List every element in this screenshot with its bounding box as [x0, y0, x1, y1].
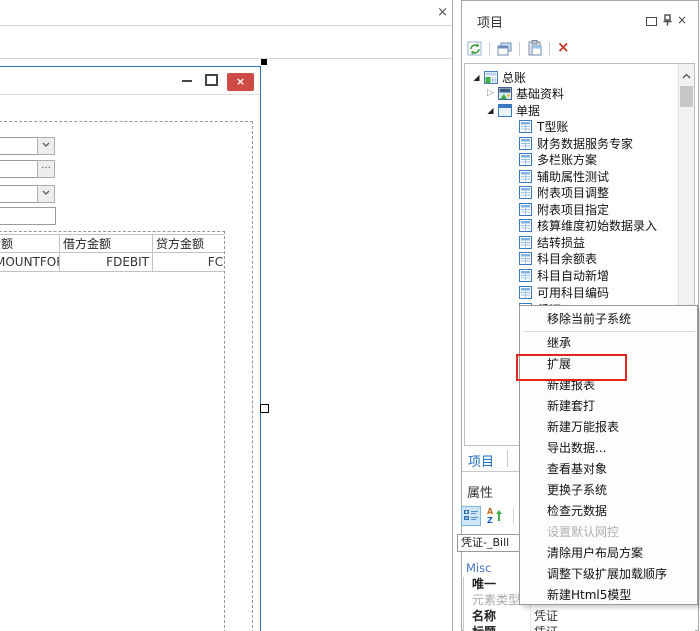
form-icon [519, 236, 533, 249]
properties-panel-title: 属性 [467, 482, 493, 501]
form-titlebar: × [0, 67, 260, 95]
selection-handle[interactable] [260, 404, 269, 413]
field-combo-2[interactable] [0, 185, 54, 203]
tree-item-form[interactable]: 结转损益 [465, 234, 695, 250]
tree-item-form[interactable]: T型账 [465, 118, 695, 134]
menu-item[interactable]: 调整下级扩展加载顺序 [520, 564, 697, 585]
scroll-up-icon[interactable] [682, 68, 691, 82]
menu-item-disabled: 设置默认网控 [520, 522, 697, 543]
menu-item[interactable]: 清除用户布局方案 [520, 543, 697, 564]
minimize-icon[interactable] [182, 80, 192, 82]
paste-board-button[interactable] [527, 40, 543, 60]
grid-field-cell[interactable]: FCRE [153, 253, 225, 272]
tree-item-form[interactable]: 核算维度初始数据录入 [465, 217, 695, 233]
menu-item[interactable]: 新建套打 [520, 396, 697, 417]
form-icon [519, 120, 533, 133]
menu-item[interactable]: 更换子系统 [520, 480, 697, 501]
tree-item-form[interactable]: 附表项目指定 [465, 201, 695, 217]
cascade-windows-button[interactable] [497, 41, 513, 60]
field-lookup[interactable]: … [0, 160, 54, 178]
tree-item-form[interactable]: 科目余额表 [465, 250, 695, 266]
app-root: × × … 金额 借方金额 [0, 0, 700, 631]
form-icon [519, 286, 533, 299]
tree-item-form[interactable]: 可用科目编码 [465, 284, 695, 300]
svg-text:A: A [487, 507, 494, 516]
tree-item-form[interactable]: 附表项目调整 [465, 184, 695, 200]
field-text[interactable] [0, 207, 56, 225]
maximize-icon[interactable] [205, 74, 218, 86]
designer-document: × × … 金额 借方金额 [0, 0, 453, 631]
form-icon [519, 186, 533, 199]
scrollbar-thumb[interactable] [680, 86, 693, 107]
tab-project[interactable]: 项目 [468, 451, 494, 470]
menu-item[interactable]: 查看基对象 [520, 459, 697, 480]
form-icon [519, 170, 533, 183]
expander-icon[interactable]: ◢ [471, 73, 482, 82]
menu-item[interactable]: 检查元数据 [520, 501, 697, 522]
menu-item[interactable]: 继承 [520, 333, 697, 354]
form-icon [519, 252, 533, 265]
svg-text:Z: Z [487, 516, 493, 524]
tabstrip-divider [0, 25, 452, 26]
tree-item-form[interactable]: 财务数据服务专家 [465, 135, 695, 151]
grid-header-cell[interactable]: 贷方金额 [153, 234, 225, 253]
expander-icon[interactable]: ▷ [485, 88, 496, 98]
selection-handle[interactable] [261, 59, 267, 65]
menu-separator [524, 331, 695, 332]
document-close-icon[interactable]: × [437, 6, 448, 20]
tree-item-basedata[interactable]: ▷ 基础资料 [465, 85, 695, 101]
menu-item[interactable]: 移除当前子系统 [520, 309, 697, 330]
grid-header-cell[interactable]: 借方金额 [60, 234, 153, 253]
close-button[interactable]: × [227, 73, 254, 91]
property-row[interactable]: 名称 凭证 [463, 609, 695, 626]
form-icon [519, 219, 533, 232]
ledger-icon [484, 71, 498, 84]
menu-item[interactable]: 新建万能报表 [520, 417, 697, 438]
form-grid-panel[interactable]: 金额 借方金额 贷方金额 MOUNTFOR FDEBIT FCRE [0, 231, 225, 631]
grid-field-cell[interactable]: FDEBIT [60, 253, 153, 272]
tree-item-form[interactable]: 科目自动新增 [465, 267, 695, 283]
tree-item-ledger[interactable]: ◢ 总账 [465, 69, 695, 85]
menu-item[interactable]: 导出数据... [520, 438, 697, 459]
tree-item-form[interactable]: 多栏账方案 [465, 151, 695, 167]
basedata-icon [498, 87, 512, 100]
form-icon [519, 269, 533, 282]
property-row[interactable]: 标题 凭证 [463, 625, 695, 631]
panel-close-icon[interactable]: × [677, 13, 687, 27]
expander-icon[interactable]: ◢ [485, 106, 496, 115]
delete-icon[interactable]: × [557, 38, 570, 56]
tree-item-form[interactable]: 辅助属性测试 [465, 168, 695, 184]
grid-header-cell[interactable]: 金额 [0, 234, 60, 253]
field-combo-1[interactable] [0, 137, 54, 155]
pin-icon[interactable] [662, 14, 673, 29]
ellipsis-button[interactable]: … [37, 160, 55, 178]
toolbar-divider [0, 58, 452, 59]
grid-field-cell[interactable]: MOUNTFOR [0, 253, 60, 272]
categorized-view-button[interactable] [461, 506, 481, 526]
form-icon [519, 153, 533, 166]
project-panel-title: 项目 [477, 12, 503, 31]
form-icon [519, 203, 533, 216]
alphabetical-sort-button[interactable]: AZ [486, 506, 506, 526]
red-highlight-annotation [516, 354, 627, 381]
dropdown-button[interactable] [37, 137, 55, 155]
menu-item[interactable]: 新建Html5模型 [520, 585, 697, 606]
refresh-button[interactable] [467, 41, 483, 60]
float-window-icon[interactable] [646, 17, 657, 26]
bill-icon [498, 104, 512, 117]
dropdown-button[interactable] [37, 185, 55, 203]
category-header[interactable]: Misc [466, 561, 491, 575]
context-menu: 移除当前子系统 继承 扩展 新建报表 新建套打 新建万能报表 导出数据... 查… [519, 305, 698, 605]
form-icon [519, 137, 533, 150]
tree-item-bill[interactable]: ◢ 单据 [465, 102, 695, 118]
